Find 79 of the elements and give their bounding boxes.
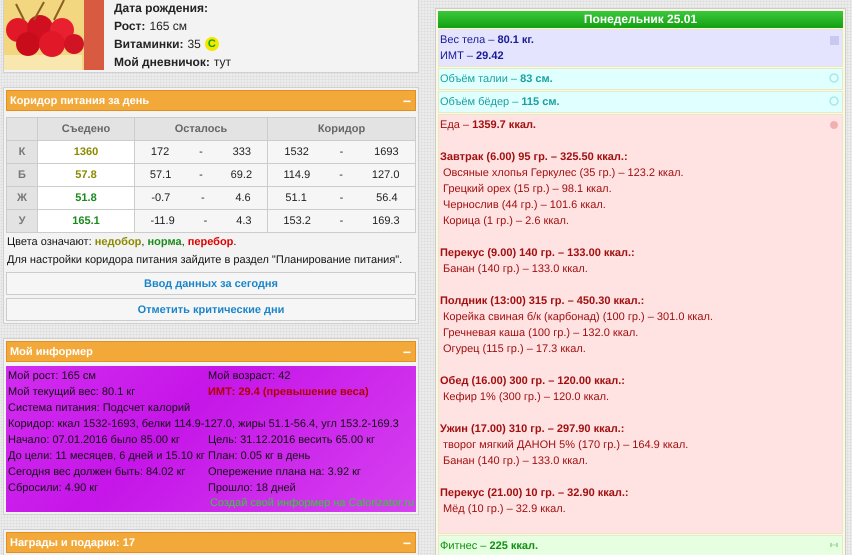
field-value: 165 см <box>149 18 188 34</box>
table-cell: -0.7 - 4.6 <box>134 186 268 210</box>
informer-text: Мой возраст: 42 <box>208 369 292 384</box>
entry-text: ИМТ – 29.42 <box>440 49 505 64</box>
food-item: Гречневая каша (100 гр.) – 132.0 ккал. <box>442 326 640 341</box>
eaten-cell: 165.1 <box>38 210 134 232</box>
food-item: Чернослив (44 гр.) – 101.6 ккал. <box>442 198 607 213</box>
vitamin-badge: C <box>204 37 219 51</box>
field-label: Дата рождения: <box>114 0 208 16</box>
entry-text: Фитнес – 225 ккал. <box>440 539 540 554</box>
informer-text: Прошло: 18 дней <box>208 481 297 496</box>
panel-title: Мой информер <box>10 346 93 358</box>
informer-text: План: 0.05 кг в день <box>208 449 312 464</box>
entry-text: Вес тела – 80.1 кг. <box>440 33 535 48</box>
informer-text: Коридор: ккал 1532-1693, белки 114.9-127.0, жиры 51.1-56.4, угл 153.2-169.3 <box>8 417 400 432</box>
header-cell <box>6 118 38 140</box>
meal-title: Ужин (17.00) 310 гр. – 297.90 ккал.: <box>440 422 626 437</box>
entry-text: Еда – 1359.7 ккал. <box>440 118 537 133</box>
food-item: Кефир 1% (300 гр.) – 120.0 ккал. <box>442 390 610 405</box>
table-cell: 172 - 333 <box>134 140 268 164</box>
legend-text: Цвета означают: недобор, норма, перебор. <box>6 235 238 250</box>
informer-text: До цели: 11 месяцев, 6 дней и 15.10 кг <box>8 449 206 464</box>
field-label: Витаминки: <box>114 36 184 52</box>
action-button[interactable]: Ввод данных за сегодня <box>6 272 416 295</box>
informer-text: Система питания: Подсчет калорий <box>8 401 192 416</box>
informer-text: Мой текущий вес: 80.1 кг <box>8 385 136 400</box>
food-item: Корица (1 гр.) – 2.6 ккал. <box>442 214 570 229</box>
table-cell: -11.9 - 4.3 <box>134 210 268 232</box>
informer-link[interactable]: Создай свой информер на Calorizator.ru <box>8 496 414 510</box>
food-item: Овсяные хлопья Геркулес (35 гр.) – 123.2 ккал. <box>442 166 685 181</box>
eaten-cell: 1360 <box>38 140 134 164</box>
action-button[interactable]: Отметить критические дни <box>6 298 416 321</box>
informer-text: Сбросили: 4.90 кг <box>8 481 100 496</box>
note-text: Для настройки коридора питания зайдите в раздел "Планирование питания". <box>6 253 404 268</box>
meal-title: Полдник (13:00) 315 гр. – 450.30 ккал.: <box>440 294 646 309</box>
panel-title: Награды и подарки: 17 <box>10 536 135 548</box>
informer-text: Опережение плана на: 3.92 кг <box>208 465 362 480</box>
table-cell: 57.1 - 69.2 <box>134 164 268 186</box>
food-item: Грецкий орех (15 гр.) – 98.1 ккал. <box>442 182 613 197</box>
field-label: Рост: <box>114 18 146 34</box>
table-cell: 51.1 - 56.4 <box>268 186 416 210</box>
informer-text: Мой рост: 165 см <box>8 369 97 384</box>
header-cell: Съедено <box>38 118 134 140</box>
informer-text: Сегодня вес должен быть: 84.02 кг <box>8 465 186 480</box>
collapse-button[interactable]: − <box>402 536 411 548</box>
entry-text: Объём бёдер – 115 см. <box>440 95 561 110</box>
collapse-button[interactable]: − <box>402 346 411 358</box>
meal-title: Завтрак (6.00) 95 гр. – 325.50 ккал.: <box>440 150 629 165</box>
food-item: Банан (140 гр.) – 133.0 ккал. <box>442 262 589 277</box>
informer-text: Цель: 31.12.2016 весить 65.00 кг <box>208 433 376 448</box>
table-cell: 114.9 - 127.0 <box>268 164 416 186</box>
eaten-cell: 57.8 <box>38 164 134 186</box>
food-item: творог мягкий ДАНОН 5% (170 гр.) – 164.9 ккал. <box>442 438 690 453</box>
entry-text: Объём талии – 83 см. <box>440 72 554 87</box>
field-value: тут <box>214 54 232 70</box>
informer-text: Начало: 07.01.2016 было 85.00 кг <box>8 433 181 448</box>
row-label: К <box>6 140 38 164</box>
eaten-cell: 51.8 <box>38 186 134 210</box>
collapse-button[interactable]: − <box>402 94 411 106</box>
row-label: Ж <box>6 186 38 210</box>
dumbbell-icon <box>829 540 839 550</box>
field-label: Мой дневничок: <box>114 54 210 70</box>
food-item: Банан (140 гр.) – 133.0 ккал. <box>442 454 589 469</box>
header-cell: Коридор <box>268 118 416 140</box>
meal-title: Перекус (9.00) 140 гр. – 133.00 ккал.: <box>440 246 636 261</box>
meal-title: Обед (16.00) 300 гр. – 120.00 ккал.: <box>440 374 626 389</box>
row-label: У <box>6 210 38 232</box>
panel-title: Коридор питания за день <box>10 94 150 106</box>
field-value: 35 <box>187 36 201 52</box>
day-title: Понедельник 25.01 <box>438 11 843 28</box>
informer-text: ИМТ: 29.4 (превышение веса) <box>208 385 370 400</box>
food-item: Корейка свиная б/к (карбонад) (100 гр.) – 301.0 ккал. <box>442 310 714 325</box>
header-cell: Осталось <box>134 118 268 140</box>
food-item: Мёд (10 гр.) – 32.9 ккал. <box>442 502 567 517</box>
table-cell: 153.2 - 169.3 <box>268 210 416 232</box>
row-label: Б <box>6 164 38 186</box>
meal-title: Перекус (21.00) 10 гр. – 32.90 ккал.: <box>440 486 630 501</box>
food-item: Огурец (115 гр.) – 17.3 ккал. <box>442 342 587 357</box>
table-cell: 1532 - 1693 <box>268 140 416 164</box>
